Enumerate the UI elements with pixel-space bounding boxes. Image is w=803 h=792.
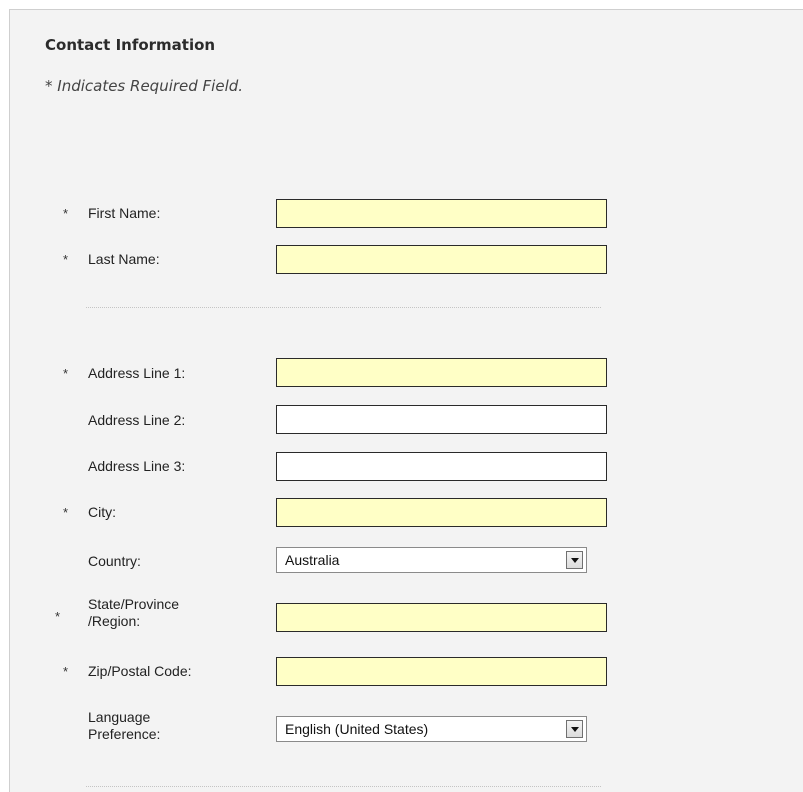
required-marker: * xyxy=(63,366,69,381)
dropdown-arrow-icon[interactable] xyxy=(566,720,583,738)
country-select[interactable]: Australia xyxy=(276,547,587,573)
required-marker: * xyxy=(63,505,69,520)
address-line-3-label: Address Line 3: xyxy=(88,458,186,474)
required-marker: * xyxy=(63,206,69,221)
city-label: City: xyxy=(88,504,116,520)
section-title: Contact Information xyxy=(45,36,216,54)
state-label-line-2: /Region: xyxy=(88,613,141,629)
language-preference-label: Language Preference: xyxy=(88,709,160,743)
first-name-input[interactable] xyxy=(276,199,607,228)
country-label: Country: xyxy=(88,553,141,569)
state-label: State/Province /Region: xyxy=(88,596,179,630)
required-marker: * xyxy=(63,252,69,267)
first-name-label: First Name: xyxy=(88,205,161,221)
language-label-line-1: Language xyxy=(88,709,151,725)
required-marker: * xyxy=(55,609,61,624)
language-preference-select[interactable]: English (United States) xyxy=(276,716,587,742)
state-label-line-1: State/Province xyxy=(88,596,180,612)
language-selected-value: English (United States) xyxy=(285,721,429,737)
address-line-1-input[interactable] xyxy=(276,358,607,387)
country-selected-value: Australia xyxy=(285,552,340,568)
city-input[interactable] xyxy=(276,498,607,527)
last-name-label: Last Name: xyxy=(88,251,160,267)
zip-postal-code-label: Zip/Postal Code: xyxy=(88,663,192,679)
address-line-1-label: Address Line 1: xyxy=(88,365,186,381)
section-divider xyxy=(86,786,601,787)
address-line-2-input[interactable] xyxy=(276,405,607,434)
last-name-input[interactable] xyxy=(276,245,607,274)
address-line-3-input[interactable] xyxy=(276,452,607,481)
section-divider xyxy=(86,307,601,308)
required-marker: * xyxy=(63,664,69,679)
zip-postal-code-input[interactable] xyxy=(276,657,607,686)
language-label-line-2: Preference: xyxy=(88,726,161,742)
dropdown-arrow-icon[interactable] xyxy=(566,551,583,569)
state-province-region-input[interactable] xyxy=(276,603,607,632)
address-line-2-label: Address Line 2: xyxy=(88,412,186,428)
required-field-note: * Indicates Required Field. xyxy=(45,77,244,95)
